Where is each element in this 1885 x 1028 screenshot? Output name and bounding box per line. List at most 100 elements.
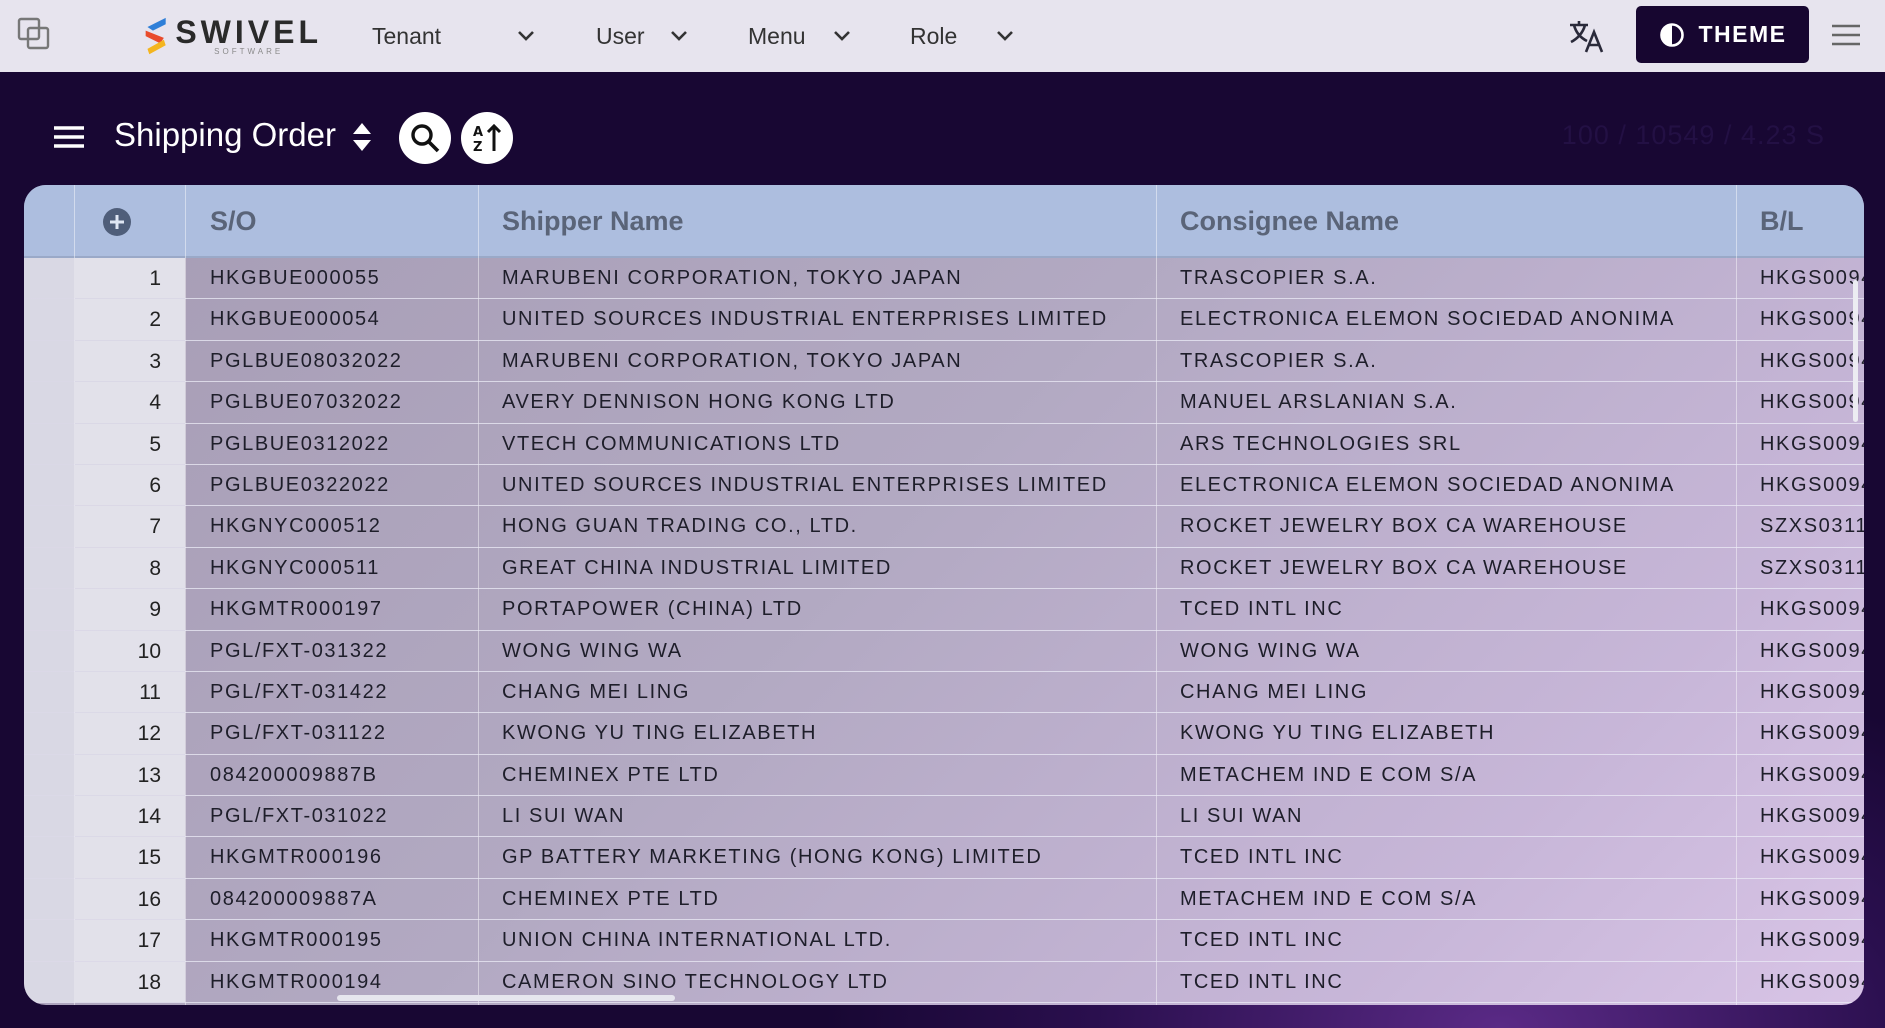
cell-so[interactable]: HKGBUE000054 [186,299,478,339]
table-row[interactable]: 6 PGLBUE0322022 UNITED SOURCES INDUSTRIAL … [24,464,1864,507]
cell-so[interactable]: HKGMTR000197 [186,589,478,629]
cell-bl[interactable]: HKGS00944 [1736,341,1864,381]
table-row[interactable]: 8 HKGNYC000511 GREAT CHINA INDUSTRIAL LIMI… [24,547,1864,590]
cell-so[interactable]: 084200009887B [186,755,478,795]
cell-so[interactable]: PGL/FXT-031022 [186,796,478,836]
cell-so[interactable]: PGLBUE0322022 [186,465,478,505]
cell-shipper-name[interactable]: CHANG MEI LING [478,672,1156,712]
cell-consignee-name[interactable]: CHANG MEI LING [1156,672,1736,712]
cell-consignee-name[interactable]: KWONG YU TING ELIZABETH [1156,713,1736,753]
cell-so[interactable]: PGLBUE07032022 [186,382,478,422]
swivel-logo[interactable]: SWIVEL SOFTWARE [142,12,322,62]
cell-bl[interactable]: HKGS00944 [1736,424,1864,464]
cell-bl[interactable]: HKGS00943 [1736,920,1864,960]
cell-shipper-name[interactable]: VTECH COMMUNICATIONS LTD [478,424,1156,464]
sidebar-menu-icon[interactable] [52,122,86,152]
row-select-cell[interactable] [24,713,74,754]
cell-consignee-name[interactable]: TCED INTL INC [1156,920,1736,960]
sort-toggle-icon[interactable] [350,120,374,154]
sort-button[interactable]: A Z [461,112,513,164]
cell-bl[interactable]: HKGS00944 [1736,672,1864,712]
cell-bl[interactable]: HKGS00943 [1736,796,1864,836]
row-select-cell[interactable] [24,382,74,423]
cell-so[interactable]: PGLBUE0312022 [186,424,478,464]
cell-shipper-name[interactable]: MARUBENI CORPORATION, TOKYO JAPAN [478,341,1156,381]
column-header-so[interactable]: S/O [186,185,257,258]
cell-so[interactable]: HKGNYC000512 [186,506,478,546]
table-row[interactable]: 9 HKGMTR000197 PORTAPOWER (CHINA) LTD TCED … [24,589,1864,631]
cell-consignee-name[interactable]: METACHEM IND E COM S/A [1156,879,1736,919]
table-row[interactable]: 15 HKGMTR000196 GP BATTERY MARKETING (HONG… [24,837,1864,879]
window-switch-icon[interactable] [16,16,52,52]
cell-consignee-name[interactable]: METACHEM IND E COM S/A [1156,755,1736,795]
table-row[interactable]: 16 084200009887A CHEMINEX PTE LTD METACHEM … [24,878,1864,921]
cell-shipper-name[interactable]: PORTAPOWER (CHINA) LTD [478,589,1156,629]
row-select-cell[interactable] [24,340,74,382]
cell-shipper-name[interactable]: WONG WING WA [478,631,1156,671]
search-button[interactable] [399,112,451,164]
nav-tenant-dropdown[interactable]: Tenant [372,18,542,54]
cell-bl[interactable]: HKGS00944 [1736,299,1864,339]
cell-shipper-name[interactable]: AVERY DENNISON HONG KONG LTD [478,382,1156,422]
column-header-shipper-name[interactable]: Shipper Name [478,185,684,258]
nav-user-dropdown[interactable]: User [596,18,696,54]
nav-menu-dropdown[interactable]: Menu [748,18,858,54]
table-row[interactable]: 7 HKGNYC000512 HONG GUAN TRADING CO., LTD.… [24,506,1864,548]
cell-shipper-name[interactable]: UNION CHINA INTERNATIONAL LTD. [478,920,1156,960]
cell-consignee-name[interactable]: ELECTRONICA ELEMON SOCIEDAD ANONIMA [1156,465,1736,505]
cell-so[interactable]: 084200009887A [186,879,478,919]
cell-consignee-name[interactable]: TRASCOPIER S.A. [1156,258,1736,298]
cell-consignee-name[interactable]: TCED INTL INC [1156,962,1736,1002]
cell-so[interactable]: HKGMTR000195 [186,920,478,960]
cell-bl[interactable]: HKGS00944 [1736,465,1864,505]
cell-shipper-name[interactable]: HONG GUAN TRADING CO., LTD. [478,506,1156,546]
add-row-icon[interactable] [102,207,132,237]
cell-shipper-name[interactable]: CHEMINEX PTE LTD [478,755,1156,795]
translate-icon[interactable] [1566,16,1606,56]
cell-bl[interactable]: HKGS00943 [1736,962,1864,1002]
cell-shipper-name[interactable]: CHEMINEX PTE LTD [478,879,1156,919]
table-row[interactable]: 13 084200009887B CHEMINEX PTE LTD METACHEM … [24,754,1864,797]
row-select-cell[interactable] [24,506,74,547]
row-select-cell[interactable] [24,671,74,713]
theme-button[interactable]: THEME [1636,6,1809,63]
table-row[interactable]: 5 PGLBUE0312022 VTECH COMMUNICATIONS LTD AR… [24,423,1864,465]
cell-consignee-name[interactable]: MANUEL ARSLANIAN S.A. [1156,382,1736,422]
row-select-cell[interactable] [24,961,74,1003]
cell-consignee-name[interactable]: LI SUI WAN [1156,796,1736,836]
cell-so[interactable]: PGL/FXT-031322 [186,631,478,671]
cell-so[interactable]: HKGBUE000055 [186,258,478,298]
cell-bl[interactable]: SZXS031145 [1736,506,1864,546]
row-select-cell[interactable] [24,589,74,630]
table-row[interactable]: 17 HKGMTR000195 UNION CHINA INTERNATIONAL … [24,920,1864,962]
table-row[interactable]: 2 HKGBUE000054 UNITED SOURCES INDUSTRIAL E… [24,299,1864,341]
cell-consignee-name[interactable]: TCED INTL INC [1156,589,1736,629]
cell-bl[interactable]: HKGS00943 [1736,837,1864,877]
row-select-cell[interactable] [24,754,74,796]
table-row[interactable]: 18 HKGMTR000194 CAMERON SINO TECHNOLOGY LT… [24,961,1864,1004]
cell-bl[interactable]: HKGS00944 [1736,258,1864,298]
cell-bl[interactable]: HKGS00944 [1736,589,1864,629]
cell-bl[interactable]: HKGS00943 [1736,713,1864,753]
column-header-bl[interactable]: B/L [1736,185,1804,258]
row-select-cell[interactable] [24,423,74,464]
column-header-consignee-name[interactable]: Consignee Name [1156,185,1399,258]
cell-shipper-name[interactable]: KWONG YU TING ELIZABETH [478,713,1156,753]
vertical-scrollbar[interactable] [1853,280,1858,422]
cell-so[interactable]: HKGNYC000511 [186,548,478,588]
cell-bl[interactable]: HKGS00943 [1736,755,1864,795]
table-row[interactable]: 3 PGLBUE08032022 MARUBENI CORPORATION, TOK… [24,340,1864,383]
cell-consignee-name[interactable]: ROCKET JEWELRY BOX CA WAREHOUSE [1156,548,1736,588]
row-select-cell[interactable] [24,796,74,837]
cell-shipper-name[interactable]: GP BATTERY MARKETING (HONG KONG) LIMITED [478,837,1156,877]
row-select-cell[interactable] [24,464,74,506]
cell-bl[interactable]: SZXS031146 [1736,548,1864,588]
table-row[interactable]: 11 PGL/FXT-031422 CHANG MEI LING CHANG MEI … [24,671,1864,714]
cell-consignee-name[interactable]: WONG WING WA [1156,631,1736,671]
table-row[interactable]: 4 PGLBUE07032022 AVERY DENNISON HONG KONG … [24,382,1864,424]
cell-consignee-name[interactable]: ROCKET JEWELRY BOX CA WAREHOUSE [1156,506,1736,546]
row-select-cell[interactable] [24,258,74,299]
table-row[interactable]: 1 HKGBUE000055 MARUBENI CORPORATION, TOKYO… [24,258,1864,300]
cell-consignee-name[interactable]: TCED INTL INC [1156,837,1736,877]
cell-consignee-name[interactable]: ARS TECHNOLOGIES SRL [1156,424,1736,464]
